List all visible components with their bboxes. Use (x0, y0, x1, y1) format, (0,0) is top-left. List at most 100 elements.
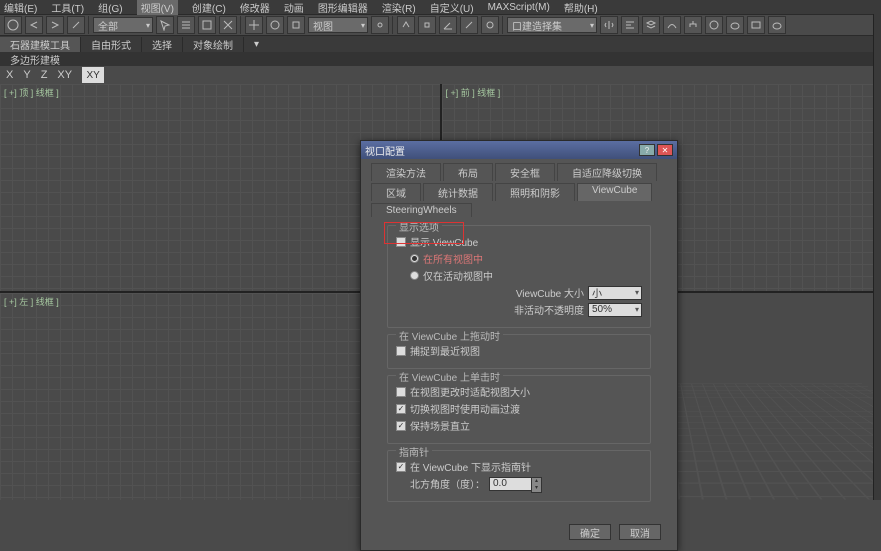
menu-bar: 编辑(E) 工具(T) 组(G) 视图(V) 创建(C) 修改器 动画 图形编辑… (0, 0, 881, 14)
layers-button[interactable] (642, 16, 660, 34)
animate-label: 切换视图时使用动画过渡 (410, 401, 520, 416)
manipulate-button[interactable] (397, 16, 415, 34)
move-button[interactable] (245, 16, 263, 34)
opacity-select[interactable]: 50% (588, 303, 642, 317)
axis-x-button[interactable]: X (6, 69, 13, 81)
ribbon-tab-selection[interactable]: 选择 (142, 37, 183, 52)
ribbon-tab-freeform[interactable]: 自由形式 (81, 37, 142, 52)
teapot2-icon (771, 19, 783, 31)
angle-snap-button[interactable] (439, 16, 457, 34)
tab-statistics[interactable]: 统计数据 (423, 183, 493, 201)
sphere-icon (7, 19, 19, 31)
named-selection-set-select[interactable]: 口建造择集 (507, 17, 597, 33)
align-button[interactable] (621, 16, 639, 34)
snap-nearest-checkbox[interactable] (396, 346, 406, 356)
menu-group[interactable]: 组(G) (98, 0, 122, 15)
command-panel[interactable] (873, 14, 881, 500)
scale-button[interactable] (287, 16, 305, 34)
cancel-button[interactable]: 取消 (619, 524, 661, 540)
menu-grapheditors[interactable]: 图形编辑器 (318, 0, 368, 15)
selection-filter-select[interactable]: 全部 (93, 17, 153, 33)
hand-icon (400, 19, 412, 31)
viewport-front-label[interactable]: [ +] 前 ] 线框 ] (446, 86, 501, 99)
menu-render[interactable]: 渲染(R) (382, 0, 416, 15)
material-button[interactable] (705, 16, 723, 34)
tab-safeframe[interactable]: 安全框 (495, 163, 555, 181)
tab-lighting[interactable]: 照明和阴影 (495, 183, 575, 201)
separator (240, 16, 242, 34)
undo-icon (28, 19, 40, 31)
window-crossing-button[interactable] (219, 16, 237, 34)
active-view-label: 仅在活动视图中 (423, 268, 493, 283)
viewport-left-label[interactable]: [ +] 左 ] 线框 ] (4, 295, 59, 308)
active-view-radio[interactable] (410, 271, 419, 280)
undo-button[interactable] (25, 16, 43, 34)
axis-xy-button[interactable]: XY (57, 69, 72, 81)
render-button[interactable] (768, 16, 786, 34)
select-button[interactable] (156, 16, 174, 34)
render-setup-button[interactable] (726, 16, 744, 34)
tab-regions[interactable]: 区域 (371, 183, 421, 201)
select-region-button[interactable] (198, 16, 216, 34)
menu-create[interactable]: 创建(C) (192, 0, 226, 15)
render-frame-button[interactable] (747, 16, 765, 34)
group-click: 在 ViewCube 上单击时 在视图更改时适配视图大小 ✓ 切换视图时使用动画… (387, 375, 651, 444)
ok-button[interactable]: 确定 (569, 524, 611, 540)
fit-view-checkbox[interactable] (396, 387, 406, 397)
fit-view-label: 在视图更改时适配视图大小 (410, 384, 530, 399)
axis-xy-plane-button[interactable]: XY (82, 67, 104, 83)
separator (502, 16, 504, 34)
menu-customize[interactable]: 自定义(U) (430, 0, 474, 15)
app-icon[interactable] (4, 16, 22, 34)
tab-viewcube[interactable]: ViewCube (577, 183, 652, 201)
close-button[interactable]: ✕ (657, 144, 673, 156)
tab-layout[interactable]: 布局 (443, 163, 493, 181)
animate-checkbox[interactable]: ✓ (396, 404, 406, 414)
select-name-button[interactable] (177, 16, 195, 34)
dialog-tabs: 渲染方法 布局 安全框 自适应降级切换 区域 统计数据 照明和阴影 ViewCu… (361, 159, 677, 219)
align-icon (624, 19, 636, 31)
group-display-legend: 显示选项 (396, 219, 442, 234)
tab-steeringwheels[interactable]: SteeringWheels (371, 203, 472, 217)
menu-maxscript[interactable]: MAXScript(M) (488, 2, 550, 13)
mirror-button[interactable] (600, 16, 618, 34)
tab-render-method[interactable]: 渲染方法 (371, 163, 441, 181)
help-button[interactable]: ? (639, 144, 655, 156)
viewport-top-label[interactable]: [ +] 顶 ] 线框 ] (4, 86, 59, 99)
redo-icon (49, 19, 61, 31)
axis-y-button[interactable]: Y (23, 69, 30, 81)
menu-edit[interactable]: 编辑(E) (4, 0, 37, 15)
group-display-options: 显示选项 显示 ViewCube 在所有视图中 仅在活动视图中 ViewCube… (387, 225, 651, 328)
pivot-button[interactable] (371, 16, 389, 34)
upright-checkbox[interactable]: ✓ (396, 421, 406, 431)
group-drag-legend: 在 ViewCube 上拖动时 (396, 328, 503, 343)
ribbon-expand-icon[interactable]: ▾ (254, 39, 259, 50)
move-icon (248, 19, 260, 31)
viewcube-size-select[interactable]: 小 (588, 286, 642, 300)
menu-view[interactable]: 视图(V) (137, 0, 178, 15)
show-viewcube-label: 显示 ViewCube (410, 234, 478, 249)
rotate-button[interactable] (266, 16, 284, 34)
ref-coord-select[interactable]: 视图 (308, 17, 368, 33)
ribbon-tab-objectpaint[interactable]: 对象绘制 (183, 37, 244, 52)
teapot-icon (729, 19, 741, 31)
redo-button[interactable] (46, 16, 64, 34)
north-angle-spinner[interactable]: 0.0 (489, 477, 533, 491)
all-views-radio[interactable] (410, 254, 419, 263)
menu-animation[interactable]: 动画 (284, 0, 304, 15)
curve-editor-button[interactable] (663, 16, 681, 34)
menu-help[interactable]: 帮助(H) (564, 0, 598, 15)
show-viewcube-checkbox[interactable] (396, 237, 406, 247)
link-button[interactable] (67, 16, 85, 34)
snap-button[interactable] (418, 16, 436, 34)
show-compass-checkbox[interactable]: ✓ (396, 462, 406, 472)
axis-z-button[interactable]: Z (41, 69, 48, 81)
menu-modifiers[interactable]: 修改器 (240, 0, 270, 15)
schematic-button[interactable] (684, 16, 702, 34)
dialog-titlebar[interactable]: 视口配置 ? ✕ (361, 141, 677, 159)
percent-snap-button[interactable] (460, 16, 478, 34)
tab-adaptive[interactable]: 自适应降级切换 (557, 163, 657, 181)
menu-tools[interactable]: 工具(T) (51, 0, 84, 15)
spinner-snap-button[interactable] (481, 16, 499, 34)
ribbon-tab-modeling[interactable]: 石器建模工具 (0, 37, 81, 52)
